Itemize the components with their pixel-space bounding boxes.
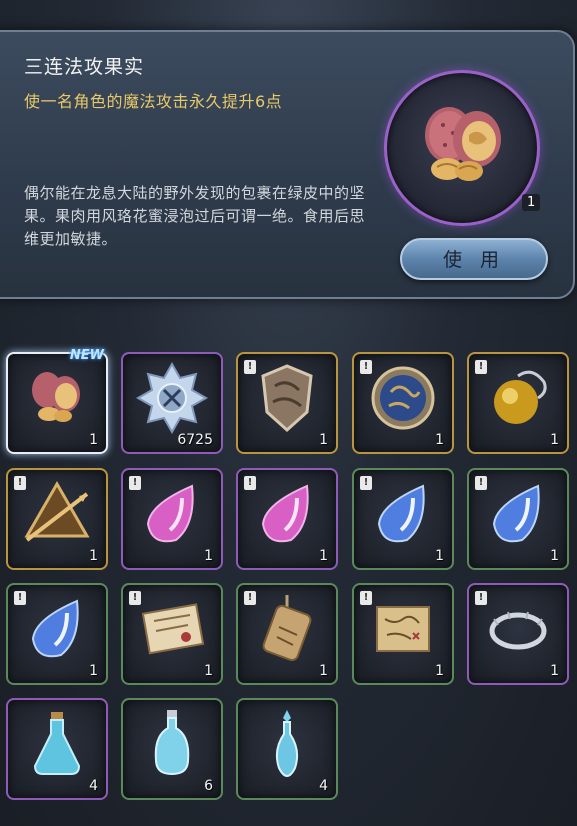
inventory-slot-18[interactable]: 4 [236,698,338,800]
silver-ring-icon [489,611,547,650]
inventory-slot-11[interactable]: ! 1 [6,583,108,685]
use-button[interactable]: 使 用 [400,238,548,280]
item-title: 三连法攻果实 [24,56,145,78]
pink-gem-icon [261,484,309,543]
item-count: 1 [319,432,328,448]
pink-gem-icon [146,484,194,543]
inventory-slot-13[interactable]: ! 1 [236,583,338,685]
inventory-slot-16[interactable]: 4 [6,698,108,800]
portrait-count: 1 [522,194,541,211]
gold-orb-icon [494,370,547,425]
inventory-slot-3[interactable]: ! 1 [236,352,338,454]
item-count: 1 [204,663,213,679]
letter-scroll-icon [141,603,205,655]
item-count: 1 [319,548,328,564]
item-count: 6 [204,778,213,794]
blue-coin-icon [371,366,435,430]
item-count: 1 [319,663,328,679]
blue-gem-icon [377,484,425,543]
walnut-icon [32,372,80,423]
gold-arrow-emblem-icon [24,481,90,542]
blue-potion-flask-icon [33,712,81,776]
item-effect: 使一名角色的魔法攻击永久提升6点 [24,92,283,111]
inventory-slot-15[interactable]: ! 1 [467,583,569,685]
inventory-slot-12[interactable]: ! 1 [121,583,223,685]
inventory-slot-14[interactable]: ! 1 [352,583,454,685]
inventory-screen: 三连法攻果实 使一名角色的魔法攻击永久提升6点 偶尔能在龙息大陆的野外发现的包裹… [0,0,577,826]
inventory-slot-10[interactable]: ! 1 [467,468,569,570]
item-count: 1 [550,432,559,448]
inventory-slot-8[interactable]: ! 1 [236,468,338,570]
inventory-slot-7[interactable]: ! 1 [121,468,223,570]
item-count: 1 [204,548,213,564]
item-count: 4 [319,778,328,794]
blue-gem-icon [492,484,540,543]
wooden-tag-icon [262,595,312,662]
item-portrait [384,70,540,226]
item-count: 1 [89,548,98,564]
treasure-map-icon [376,606,430,653]
walnut-icon [425,107,501,181]
inventory-slot-1[interactable]: NEW 1 [6,348,108,454]
inventory-slot-4[interactable]: ! 1 [352,352,454,454]
item-count: 6725 [177,432,213,448]
item-count: 1 [435,548,444,564]
blue-potion-bottle-icon [154,710,190,776]
crystal-medal-icon [135,362,209,435]
item-count: 1 [89,432,98,448]
bronze-shield-emblem-icon [261,364,313,433]
inventory-slot-2[interactable]: 6725 [121,352,223,454]
inventory-slot-9[interactable]: ! 1 [352,468,454,570]
blue-gem-icon [31,599,79,658]
item-description: 偶尔能在龙息大陆的野外发现的包裹在绿皮中的坚果。果肉用风珞花蜜浸泡过后可谓一绝。… [24,184,366,248]
blue-potion-vial-icon [275,710,299,778]
inventory-slot-5[interactable]: ! 1 [467,352,569,454]
item-count: 1 [435,663,444,679]
item-count: 1 [550,548,559,564]
item-count: 1 [89,663,98,679]
item-count: 1 [435,432,444,448]
item-count: 1 [550,663,559,679]
inventory-slot-6[interactable]: ! 1 [6,468,108,570]
inventory-slot-17[interactable]: 6 [121,698,223,800]
item-count: 4 [89,778,98,794]
